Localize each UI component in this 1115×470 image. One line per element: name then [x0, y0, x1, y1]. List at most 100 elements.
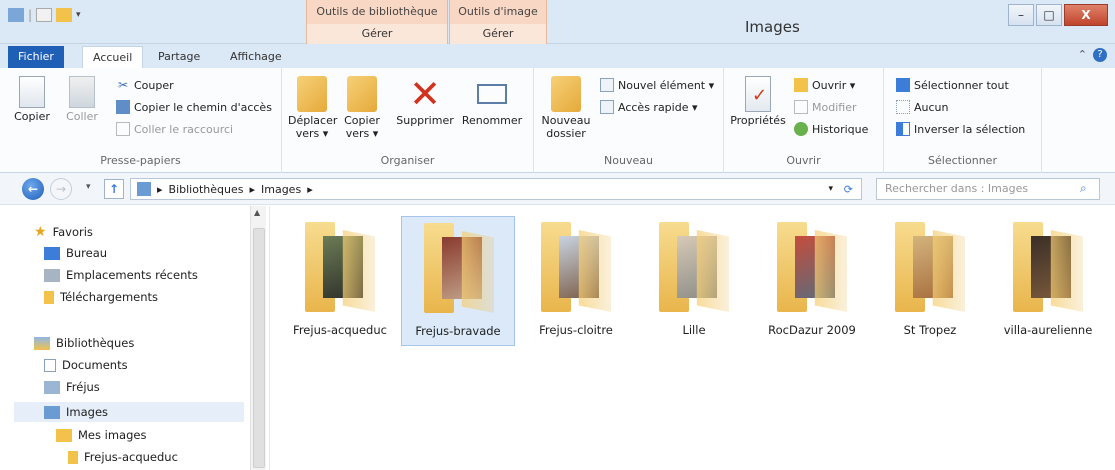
tree-label: Documents	[62, 358, 128, 372]
clipboard-group-label: Presse-papiers	[100, 154, 181, 167]
breadcrumb-separator[interactable]: ▸	[307, 183, 313, 196]
invert-selection-button[interactable]: Inverser la sélection	[896, 122, 1025, 136]
new-item-icon	[600, 78, 614, 92]
easy-access-label: Accès rapide ▾	[618, 100, 698, 114]
tree-item-frejus-acqueduc[interactable]: Frejus-acqueduc	[68, 450, 178, 464]
search-input[interactable]: Rechercher dans : Images	[876, 178, 1100, 200]
forward-button[interactable]: →	[50, 178, 72, 200]
new-folder-qat-icon[interactable]	[56, 8, 73, 22]
image-manage-tab[interactable]: Gérer	[450, 24, 546, 44]
open-group-label: Ouvrir	[786, 154, 821, 167]
up-button[interactable]: ↑	[104, 179, 124, 199]
folder-item[interactable]: Frejus-acqueduc	[283, 216, 397, 346]
tree-item-desktop[interactable]: Bureau	[44, 246, 107, 260]
open-button[interactable]: Ouvrir ▾	[794, 78, 855, 92]
maximize-button[interactable]: □	[1036, 4, 1062, 26]
tree-label: Images	[66, 405, 109, 419]
history-icon	[794, 122, 808, 136]
select-group-label: Sélectionner	[928, 154, 997, 167]
breadcrumb-images[interactable]: Images	[261, 183, 301, 196]
tree-item-my-images[interactable]: Mes images	[56, 428, 146, 442]
folder-item[interactable]: Frejus-cloitre	[519, 216, 633, 346]
cut-button[interactable]: ✂ Couper	[116, 78, 174, 92]
library-manage-tab[interactable]: Gérer	[307, 24, 447, 44]
history-button[interactable]: Historique	[794, 122, 868, 136]
breadcrumb-libraries[interactable]: Bibliothèques	[169, 183, 244, 196]
tab-file[interactable]: Fichier	[8, 46, 64, 68]
scrollbar-thumb[interactable]	[253, 228, 265, 468]
select-all-label: Sélectionner tout	[914, 78, 1009, 92]
my-images-folder-icon	[56, 428, 72, 442]
delete-button[interactable]: ✕ Supprimer	[394, 75, 456, 127]
breadcrumb-separator[interactable]: ▸	[157, 183, 163, 196]
tree-label: Téléchargements	[60, 290, 159, 304]
navigation-bar: ← → ▾ ↑ ▸ Bibliothèques ▸ Images ▸ ▾ ⟳ R…	[0, 173, 1115, 205]
back-button[interactable]: ←	[22, 178, 44, 200]
tree-item-favorites[interactable]: ★ Favoris	[34, 224, 93, 240]
tab-share[interactable]: Partage	[148, 46, 210, 68]
search-icon[interactable]: ⌕	[1080, 181, 1087, 196]
tree-item-images[interactable]: Images	[14, 402, 244, 422]
folder-name: Lille	[682, 323, 706, 337]
tree-label: Favoris	[52, 225, 93, 239]
folder-item[interactable]: Frejus-bravade	[401, 216, 515, 346]
paste-button[interactable]: Coller	[60, 76, 104, 123]
qat-separator: |	[28, 8, 33, 22]
minimize-ribbon-icon[interactable]: ⌃	[1078, 48, 1087, 62]
properties-icon: ✓	[745, 76, 771, 112]
qat-dropdown-icon[interactable]: ▾	[76, 10, 81, 20]
paste-shortcut-button[interactable]: Coller le raccourci	[116, 122, 233, 136]
folder-item[interactable]: Lille	[637, 216, 751, 346]
select-all-button[interactable]: Sélectionner tout	[896, 78, 1009, 92]
address-dropdown-icon[interactable]: ▾	[828, 184, 833, 194]
tab-view[interactable]: Affichage	[220, 46, 292, 68]
scroll-up-icon[interactable]: ▲	[254, 208, 260, 217]
image-tools-tab[interactable]: Outils d'image Gérer	[449, 0, 547, 44]
paste-label: Coller	[66, 110, 98, 123]
new-folder-button[interactable]: Nouveau dossier	[538, 76, 594, 140]
tree-item-frejus[interactable]: Fréjus	[44, 380, 100, 394]
open-group: ✓ Propriétés Ouvrir ▾ Modifier Historiqu…	[724, 68, 884, 173]
refresh-icon[interactable]: ⟳	[844, 183, 853, 196]
tree-item-libraries[interactable]: Bibliothèques	[34, 336, 134, 350]
folder-item[interactable]: villa-aurelienne	[991, 216, 1105, 346]
image-tools-label: Outils d'image	[458, 5, 538, 18]
select-none-button[interactable]: Aucun	[896, 100, 949, 114]
edit-button[interactable]: Modifier	[794, 100, 856, 114]
tree-item-recent[interactable]: Emplacements récents	[44, 268, 198, 282]
tree-label: Emplacements récents	[66, 268, 198, 282]
select-group: Sélectionner tout Aucun Inverser la séle…	[884, 68, 1042, 173]
close-button[interactable]: X	[1064, 4, 1108, 26]
libraries-icon	[34, 336, 50, 350]
tree-item-downloads[interactable]: Téléchargements	[44, 290, 158, 304]
open-label: Ouvrir ▾	[812, 78, 856, 92]
minimize-button[interactable]: –	[1008, 4, 1034, 26]
window-title: Images	[745, 18, 800, 36]
tree-item-documents[interactable]: Documents	[44, 358, 128, 372]
easy-access-button[interactable]: Accès rapide ▾	[600, 100, 698, 114]
folder-icon	[68, 450, 78, 464]
open-icon	[794, 78, 808, 92]
recent-locations-dropdown-icon[interactable]: ▾	[86, 182, 91, 192]
copy-path-button[interactable]: Copier le chemin d'accès	[116, 100, 272, 114]
properties-qat-icon[interactable]	[36, 8, 53, 22]
new-item-button[interactable]: Nouvel élément ▾	[600, 78, 714, 92]
breadcrumb-separator[interactable]: ▸	[249, 183, 255, 196]
copy-label: Copier	[14, 110, 50, 123]
library-tools-tab[interactable]: Outils de bibliothèque Gérer	[306, 0, 448, 44]
rename-button[interactable]: Renommer	[460, 76, 524, 127]
folder-item[interactable]: RocDazur 2009	[755, 216, 869, 346]
documents-icon	[44, 358, 56, 372]
folder-item[interactable]: St Tropez	[873, 216, 987, 346]
paste-shortcut-label: Coller le raccourci	[134, 122, 234, 136]
copy-button[interactable]: Copier	[10, 76, 54, 123]
help-icon[interactable]: ?	[1093, 48, 1107, 62]
tab-home[interactable]: Accueil	[82, 46, 144, 68]
folder-name: villa-aurelienne	[1003, 323, 1093, 337]
address-bar[interactable]: ▸ Bibliothèques ▸ Images ▸ ▾ ⟳	[130, 178, 862, 200]
navpane-scrollbar[interactable]: ▲	[250, 206, 266, 470]
copy-to-button[interactable]: Copier vers ▾	[340, 76, 384, 140]
move-to-button[interactable]: Déplacer vers ▾	[288, 76, 337, 140]
scissors-icon: ✂	[117, 78, 129, 92]
properties-button[interactable]: ✓ Propriétés	[730, 76, 786, 127]
